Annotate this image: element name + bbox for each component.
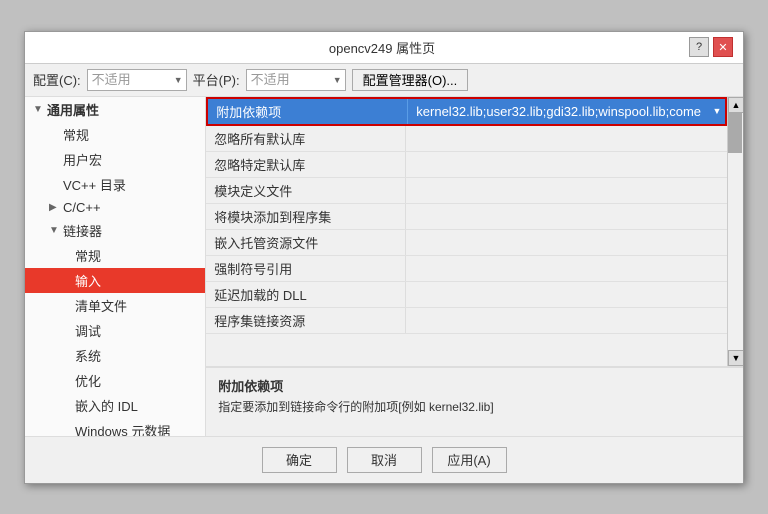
apply-button[interactable]: 应用(A)	[432, 447, 507, 473]
prop-row-additional-deps[interactable]: 附加依赖项 kernel32.lib;user32.lib;gdi32.lib;…	[206, 97, 727, 126]
tree-item-general[interactable]: 常规	[25, 122, 205, 147]
prop-value-force-symbol	[406, 256, 727, 281]
tree-label-linker: 链接器	[63, 221, 102, 240]
prop-row-ignore-specific[interactable]: 忽略特定默认库	[206, 152, 727, 178]
title-bar: opencv249 属性页 ? ✕	[25, 32, 743, 64]
description-title: 附加依赖项	[218, 376, 731, 395]
prop-row-embed-manifest[interactable]: 嵌入托管资源文件	[206, 230, 727, 256]
tree-label-linker-optimize: 优化	[75, 371, 101, 390]
description-panel: 附加依赖项 指定要添加到链接命令行的附加项[例如 kernel32.lib]	[206, 366, 743, 436]
prop-name-force-symbol: 强制符号引用	[206, 256, 406, 281]
platform-label: 平台(P):	[193, 70, 240, 89]
tree-item-user-macros[interactable]: 用户宏	[25, 147, 205, 172]
config-select-wrapper: 不适用	[87, 69, 187, 91]
arrow-common-props: ▼	[33, 104, 43, 115]
prop-row-ignore-defaults[interactable]: 忽略所有默认库	[206, 126, 727, 152]
dropdown-arrow-additional-deps[interactable]: ▼	[709, 99, 725, 124]
prop-value-module-def	[406, 178, 727, 203]
tree-item-linker[interactable]: ▼ 链接器	[25, 218, 205, 243]
scroll-track	[728, 113, 743, 350]
prop-value-embed-manifest	[406, 230, 727, 255]
scroll-down-button[interactable]: ▼	[728, 350, 743, 366]
tree-label-general: 常规	[63, 125, 89, 144]
tree-label-linker-manifest: 清单文件	[75, 296, 127, 315]
tree-item-c-cpp[interactable]: ▶ C/C++	[25, 197, 205, 218]
tree-label-embedded-idl: 嵌入的 IDL	[75, 396, 138, 415]
prop-value-ignore-specific	[406, 152, 727, 177]
tree-item-windows-metadata[interactable]: Windows 元数据	[25, 418, 205, 436]
tree-label-linker-input: 输入	[75, 271, 101, 290]
platform-select-wrapper: 不适用	[246, 69, 346, 91]
prop-row-force-symbol[interactable]: 强制符号引用	[206, 256, 727, 282]
ok-button[interactable]: 确定	[262, 447, 337, 473]
scroll-thumb[interactable]	[728, 113, 742, 153]
prop-name-ignore-specific: 忽略特定默认库	[206, 152, 406, 177]
prop-value-additional-deps: kernel32.lib;user32.lib;gdi32.lib;winspo…	[408, 99, 709, 124]
prop-name-module-def: 模块定义文件	[206, 178, 406, 203]
prop-row-add-module[interactable]: 将模块添加到程序集	[206, 204, 727, 230]
content-area: ▼ 通用属性 常规 用户宏 VC++ 目录 ▶ C/C++ ▼ 链接器	[25, 97, 743, 437]
config-manager-button[interactable]: 配置管理器(O)...	[352, 69, 469, 91]
right-properties-panel: 附加依赖项 kernel32.lib;user32.lib;gdi32.lib;…	[206, 97, 743, 436]
tree-label-linker-system: 系统	[75, 346, 101, 365]
cancel-button[interactable]: 取消	[347, 447, 422, 473]
prop-name-add-module: 将模块添加到程序集	[206, 204, 406, 229]
dialog-title: opencv249 属性页	[75, 38, 689, 57]
prop-name-delay-load: 延迟加载的 DLL	[206, 282, 406, 307]
platform-select[interactable]: 不适用	[246, 69, 346, 91]
prop-value-assembly-link	[406, 308, 727, 333]
close-button[interactable]: ✕	[713, 37, 733, 57]
tree-item-linker-system[interactable]: 系统	[25, 343, 205, 368]
properties-scroll-container: 附加依赖项 kernel32.lib;user32.lib;gdi32.lib;…	[206, 97, 743, 366]
prop-name-ignore-defaults: 忽略所有默认库	[206, 126, 406, 151]
right-scrollbar: ▲ ▼	[727, 97, 743, 366]
left-tree-panel: ▼ 通用属性 常规 用户宏 VC++ 目录 ▶ C/C++ ▼ 链接器	[25, 97, 206, 436]
tree-item-linker-input[interactable]: 输入	[25, 268, 205, 293]
prop-row-assembly-link[interactable]: 程序集链接资源	[206, 308, 727, 334]
scroll-up-button[interactable]: ▲	[728, 97, 743, 113]
tree-item-vc-dirs[interactable]: VC++ 目录	[25, 172, 205, 197]
tree-item-embedded-idl[interactable]: 嵌入的 IDL	[25, 393, 205, 418]
tree-item-common-props[interactable]: ▼ 通用属性	[25, 97, 205, 122]
button-row: 确定 取消 应用(A)	[25, 437, 743, 483]
tree-label-windows-metadata: Windows 元数据	[75, 421, 170, 436]
tree-item-linker-optimize[interactable]: 优化	[25, 368, 205, 393]
help-button[interactable]: ?	[689, 37, 709, 57]
tree-item-linker-manifest[interactable]: 清单文件	[25, 293, 205, 318]
toolbar-row: 配置(C): 不适用 平台(P): 不适用 配置管理器(O)...	[25, 64, 743, 97]
prop-row-module-def[interactable]: 模块定义文件	[206, 178, 727, 204]
tree-label-user-macros: 用户宏	[63, 150, 102, 169]
prop-value-ignore-defaults	[406, 126, 727, 151]
tree-label-common-props: 通用属性	[47, 100, 99, 119]
tree-label-vc-dirs: VC++ 目录	[63, 175, 126, 194]
tree-label-linker-general: 常规	[75, 246, 101, 265]
property-dialog: opencv249 属性页 ? ✕ 配置(C): 不适用 平台(P): 不适用 …	[24, 31, 744, 484]
description-text: 指定要添加到链接命令行的附加项[例如 kernel32.lib]	[218, 399, 731, 416]
properties-area: 附加依赖项 kernel32.lib;user32.lib;gdi32.lib;…	[206, 97, 727, 366]
tree-label-c-cpp: C/C++	[63, 200, 101, 215]
prop-name-assembly-link: 程序集链接资源	[206, 308, 406, 333]
prop-value-delay-load	[406, 282, 727, 307]
properties-table: 附加依赖项 kernel32.lib;user32.lib;gdi32.lib;…	[206, 97, 727, 334]
prop-name-embed-manifest: 嵌入托管资源文件	[206, 230, 406, 255]
prop-name-additional-deps: 附加依赖项	[208, 99, 408, 124]
tree-item-linker-general[interactable]: 常规	[25, 243, 205, 268]
prop-row-delay-load[interactable]: 延迟加载的 DLL	[206, 282, 727, 308]
title-buttons: ? ✕	[689, 37, 733, 57]
prop-value-add-module	[406, 204, 727, 229]
config-label: 配置(C):	[33, 70, 81, 89]
config-select[interactable]: 不适用	[87, 69, 187, 91]
tree-item-linker-debug[interactable]: 调试	[25, 318, 205, 343]
tree-label-linker-debug: 调试	[75, 321, 101, 340]
